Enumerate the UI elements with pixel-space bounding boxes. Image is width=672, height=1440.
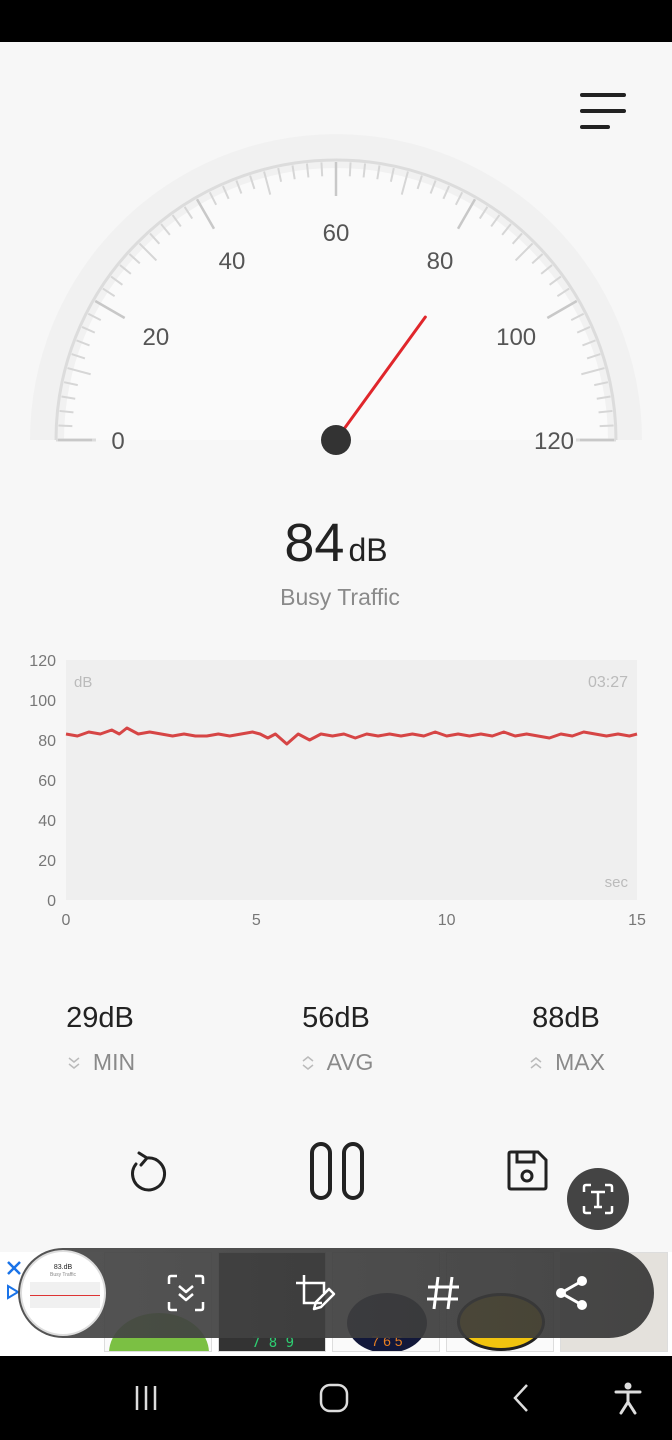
- home-button[interactable]: [304, 1370, 364, 1426]
- avg-label: AVG: [326, 1049, 374, 1075]
- y-tick-label: 120: [29, 653, 56, 670]
- gauge-label: 0: [111, 428, 124, 455]
- max-label: MAX: [555, 1049, 605, 1075]
- gauge-label: 100: [496, 324, 536, 351]
- crop-edit-icon: [296, 1275, 336, 1311]
- screenshot-thumbnail[interactable]: 83.dB Busy Traffic: [20, 1250, 106, 1336]
- recent-apps-icon: [135, 1386, 157, 1410]
- crop-edit-button[interactable]: [285, 1264, 343, 1322]
- y-tick-label: 0: [47, 893, 56, 910]
- gauge-label: 80: [427, 248, 454, 275]
- thumbnail-chart-line: [30, 1295, 100, 1296]
- chart-plot-area: [66, 660, 637, 900]
- stat-max: 88dB MAX: [466, 1002, 666, 1076]
- current-reading: 84 dB: [0, 512, 672, 582]
- gauge-label: 20: [143, 324, 170, 351]
- menu-icon-line: [580, 93, 626, 97]
- gauge-needle-hub: [321, 425, 351, 455]
- y-tick-label: 40: [38, 813, 56, 830]
- gauge-label: 40: [219, 248, 246, 275]
- min-label: MIN: [92, 1049, 136, 1075]
- hashtag-icon: [427, 1276, 459, 1310]
- x-tick-label: 15: [628, 912, 646, 929]
- y-tick-label: 80: [38, 733, 56, 750]
- min-value: 29dB: [66, 1002, 134, 1034]
- thumbnail-value: 83.dB: [53, 1264, 73, 1271]
- gauge-tick: [320, 162, 324, 177]
- pause-icon: [310, 1142, 364, 1200]
- y-axis-label: dB: [74, 674, 92, 691]
- max-label-row: MAX: [466, 1049, 666, 1076]
- accessibility-icon: [614, 1382, 642, 1415]
- reset-button[interactable]: [122, 1146, 172, 1200]
- thumbnail-category: Busy Traffic: [49, 1272, 77, 1278]
- app-root: 0 20 40 60 80 100 120 84 dB Busy Traffic 0 20 40 6…: [0, 0, 672, 1440]
- reading-unit: dB: [348, 532, 388, 568]
- accessibility-button[interactable]: [598, 1370, 658, 1426]
- chevron-down-double-icon: [68, 1056, 80, 1069]
- y-tick-label: 60: [38, 773, 56, 790]
- stat-min: 29dB MIN: [0, 1002, 200, 1076]
- gauge-tick: [348, 162, 352, 177]
- hashtag-button[interactable]: [414, 1264, 472, 1322]
- gauge-tick: [599, 424, 614, 428]
- noise-category: Busy Traffic: [280, 584, 400, 610]
- x-tick-label: 0: [62, 912, 71, 929]
- back-icon: [513, 1384, 528, 1412]
- chevron-up-double-icon: [530, 1056, 542, 1069]
- gauge-label: 120: [534, 428, 574, 455]
- gauge-label: 60: [323, 220, 350, 247]
- min-label-row: MIN: [0, 1049, 200, 1076]
- text-scan-icon: [582, 1183, 614, 1215]
- decibel-history-chart: 0 20 40 60 80 100 120 0 5 10 15 dB 03:27 sec: [29, 653, 646, 929]
- y-tick-label: 100: [29, 693, 56, 710]
- recent-apps-button[interactable]: [116, 1370, 176, 1426]
- x-tick-label: 10: [438, 912, 456, 929]
- share-icon: [556, 1276, 587, 1310]
- avg-value: 56dB: [302, 1002, 370, 1034]
- reading-value: 84: [284, 513, 345, 573]
- back-button[interactable]: [492, 1370, 552, 1426]
- chart-timestamp: 03:27: [588, 674, 628, 691]
- status-bar: [0, 0, 672, 42]
- avg-label-row: AVG: [236, 1049, 436, 1076]
- scroll-capture-button[interactable]: [157, 1264, 215, 1322]
- x-axis-label: sec: [605, 874, 629, 891]
- y-tick-label: 20: [38, 853, 56, 870]
- chevron-up-down-icon: [302, 1055, 314, 1070]
- menu-icon-line: [580, 109, 626, 113]
- pause-button[interactable]: [306, 1140, 368, 1204]
- max-value: 88dB: [532, 1002, 600, 1034]
- save-button[interactable]: [504, 1148, 550, 1194]
- x-tick-label: 5: [252, 912, 261, 929]
- home-icon: [319, 1383, 349, 1413]
- sound-level-gauge: 0 20 40 60 80 100 120: [30, 134, 642, 455]
- stat-avg: 56dB AVG: [236, 1002, 436, 1076]
- share-button[interactable]: [543, 1264, 601, 1322]
- extract-text-button[interactable]: [567, 1168, 629, 1230]
- reset-icon: [131, 1151, 167, 1192]
- scroll-capture-icon: [167, 1274, 205, 1312]
- save-icon: [507, 1150, 548, 1191]
- gauge-tick: [58, 424, 73, 428]
